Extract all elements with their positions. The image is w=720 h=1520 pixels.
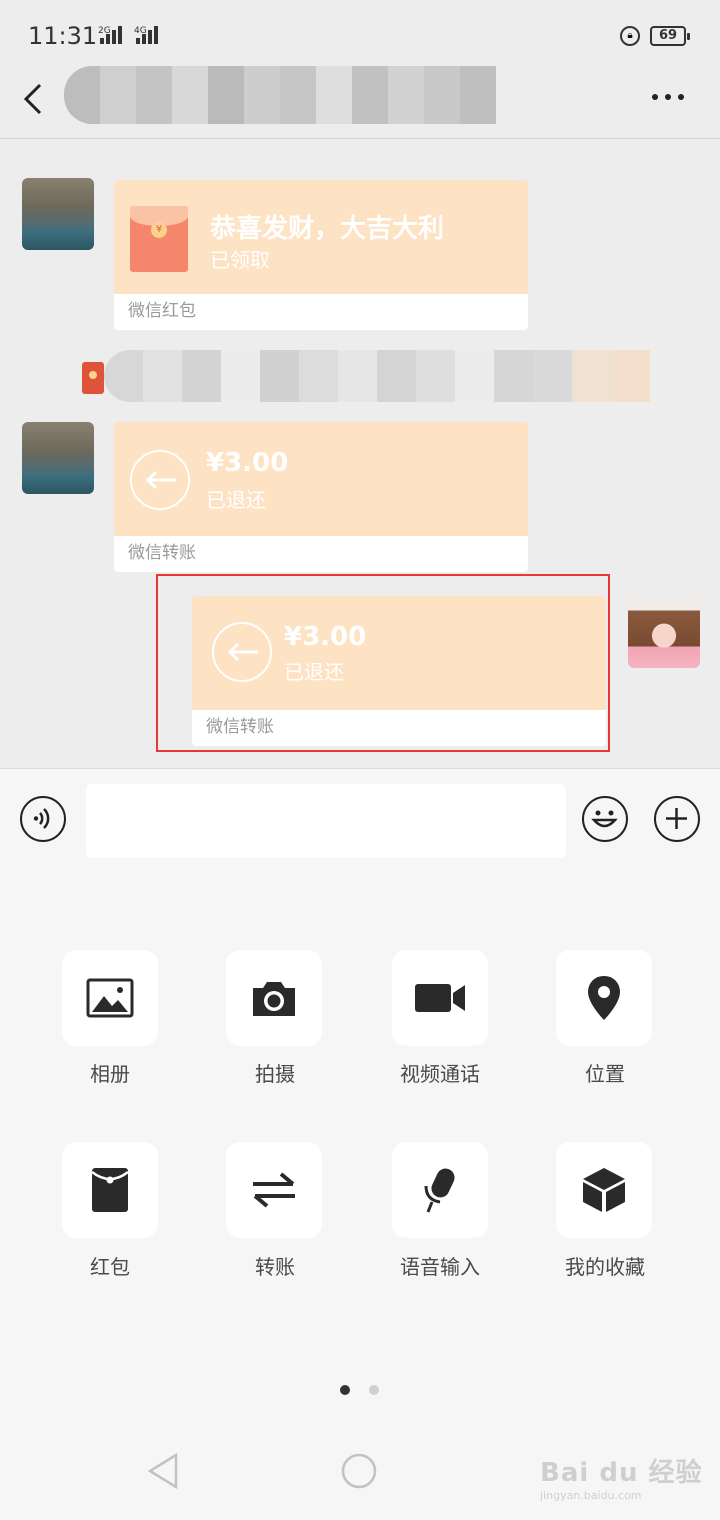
watermark-text: Bai du 经验 — [540, 1458, 703, 1488]
voice-icon[interactable] — [20, 796, 66, 842]
album-icon — [86, 978, 134, 1018]
transfer-amount: ¥3.00 — [206, 448, 289, 478]
voice-input-button[interactable] — [392, 1142, 488, 1238]
message-input[interactable] — [86, 784, 566, 858]
transfer-status: 已退还 — [206, 488, 266, 512]
avatar[interactable] — [22, 422, 94, 494]
watermark-url: jingyan.baidu.com — [540, 1489, 642, 1502]
system-notice-blurred — [104, 350, 650, 402]
nav-home-icon[interactable] — [340, 1452, 378, 1494]
transfer-footer: 微信转账 — [128, 543, 196, 563]
highlight-box — [156, 574, 610, 752]
red-packet-title: 恭喜发财，大吉大利 — [210, 214, 445, 244]
nav-back-icon[interactable] — [146, 1452, 180, 1494]
battery-icon: 69 — [650, 26, 690, 46]
favorites-button[interactable] — [556, 1142, 652, 1238]
location-button[interactable] — [556, 950, 652, 1046]
voice-input-label: 语音输入 — [400, 1255, 480, 1279]
transfer-return-icon — [130, 450, 190, 510]
video-call-icon — [415, 984, 465, 1012]
signal-icon-2 — [136, 24, 158, 44]
microphone-icon — [424, 1168, 455, 1213]
red-packet-icon: ¥ — [130, 206, 188, 272]
plus-circle-icon[interactable] — [654, 796, 700, 842]
camera-button[interactable] — [226, 950, 322, 1046]
rotation-lock-icon: 🔒︎ — [620, 26, 640, 46]
page-indicator — [369, 1385, 379, 1395]
red-packet-button[interactable] — [62, 1142, 158, 1238]
red-packet-label: 红包 — [90, 1255, 130, 1279]
camera-icon — [253, 982, 295, 1016]
location-icon — [588, 976, 620, 1020]
camera-label: 拍摄 — [255, 1062, 295, 1086]
my-avatar[interactable] — [628, 596, 700, 668]
transfer-icon — [253, 1172, 295, 1208]
transfer-label: 转账 — [255, 1255, 295, 1279]
red-packet-message[interactable]: ¥ 恭喜发财，大吉大利 已领取 微信红包 — [114, 180, 528, 330]
red-packet-icon — [91, 1168, 129, 1212]
transfer-button[interactable] — [226, 1142, 322, 1238]
more-horizontal-icon[interactable] — [652, 94, 684, 100]
video-call-label: 视频通话 — [400, 1062, 480, 1086]
chat-title-blurred — [64, 66, 496, 124]
transfer-message[interactable]: ¥3.00 已退还 微信转账 — [114, 422, 528, 572]
album-button[interactable] — [62, 950, 158, 1046]
location-label: 位置 — [585, 1062, 625, 1086]
page-indicator-active — [340, 1385, 350, 1395]
favorites-label: 我的收藏 — [565, 1255, 645, 1279]
video-call-button[interactable] — [392, 950, 488, 1046]
favorites-icon — [583, 1168, 625, 1212]
chevron-left-icon[interactable] — [22, 82, 44, 125]
red-packet-icon — [82, 362, 104, 394]
red-packet-status: 已领取 — [210, 248, 270, 272]
watermark: Bai du 经验 jingyan.baidu.com — [540, 1452, 703, 1502]
status-time: 11:31 — [28, 22, 98, 50]
signal-icon — [100, 24, 122, 44]
emoji-icon[interactable] — [582, 796, 628, 842]
red-packet-footer: 微信红包 — [128, 301, 196, 321]
avatar[interactable] — [22, 178, 94, 250]
album-label: 相册 — [90, 1062, 130, 1086]
